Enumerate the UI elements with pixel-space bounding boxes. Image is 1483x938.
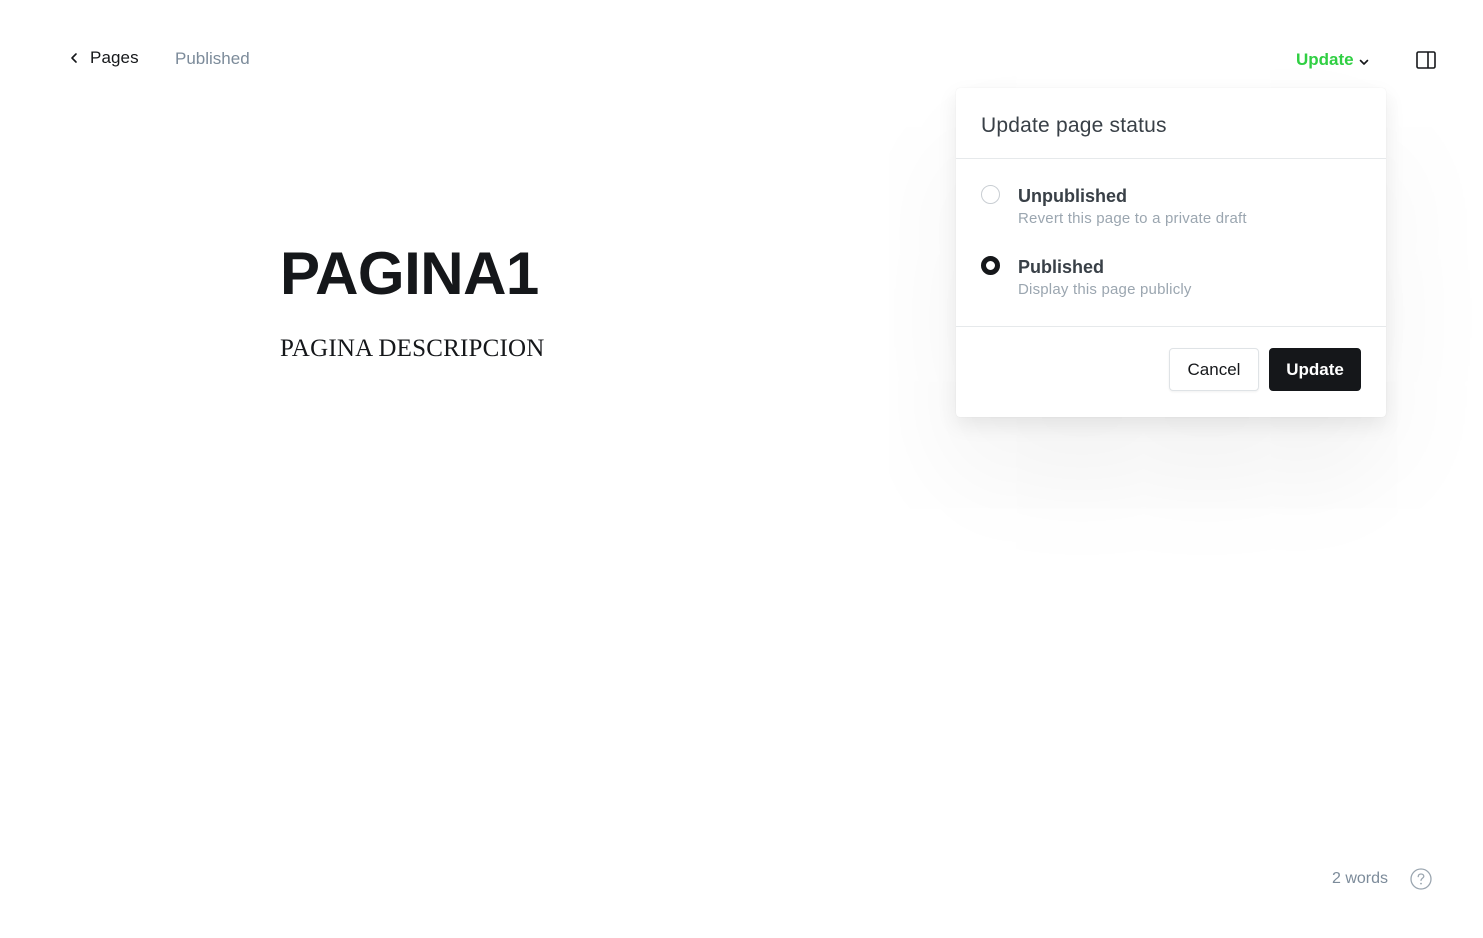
unpublished-label: Unpublished — [1018, 186, 1127, 206]
update-trigger-label: Update — [1296, 50, 1354, 69]
unpublished-option[interactable]: Unpublished Revert this page to a privat… — [981, 185, 1247, 227]
post-title[interactable]: PAGINA1 — [280, 235, 900, 313]
chevron-down-icon — [1359, 59, 1368, 65]
word-count: 2 words — [1332, 870, 1389, 887]
chevron-left-icon — [71, 53, 77, 63]
published-label: Published — [1018, 257, 1105, 277]
back-link-label: Pages — [90, 48, 139, 67]
update-menu-trigger[interactable]: Update — [1296, 50, 1370, 70]
post-status-text: Published — [175, 49, 250, 68]
confirm-update-button[interactable]: Update — [1269, 348, 1361, 391]
editor-canvas: PAGINA1 PAGINA DESCRIPCION — [280, 235, 900, 363]
back-to-pages-link[interactable]: Pages — [68, 48, 139, 68]
unpublished-option-text: Unpublished Revert this page to a privat… — [1018, 185, 1247, 227]
help-button[interactable] — [1410, 868, 1432, 890]
question-circle-icon — [1410, 868, 1432, 890]
cancel-button[interactable]: Cancel — [1169, 348, 1259, 391]
published-option[interactable]: Published Display this page publicly — [981, 256, 1192, 298]
published-option-text: Published Display this page publicly — [1018, 256, 1192, 298]
popover-footer: Cancel Update — [956, 326, 1386, 417]
unpublished-description: Revert this page to a private draft — [1018, 210, 1247, 227]
post-body[interactable]: PAGINA DESCRIPCION — [280, 335, 900, 363]
unpublished-radio[interactable] — [981, 185, 1000, 204]
sidebar-toggle-icon — [1416, 51, 1436, 69]
settings-sidebar-toggle-button[interactable] — [1414, 48, 1438, 72]
popover-heading: Update page status — [956, 88, 1386, 159]
published-radio[interactable] — [981, 256, 1000, 275]
update-status-popover: Update page status Unpublished Revert th… — [956, 88, 1386, 417]
published-description: Display this page publicly — [1018, 281, 1192, 298]
